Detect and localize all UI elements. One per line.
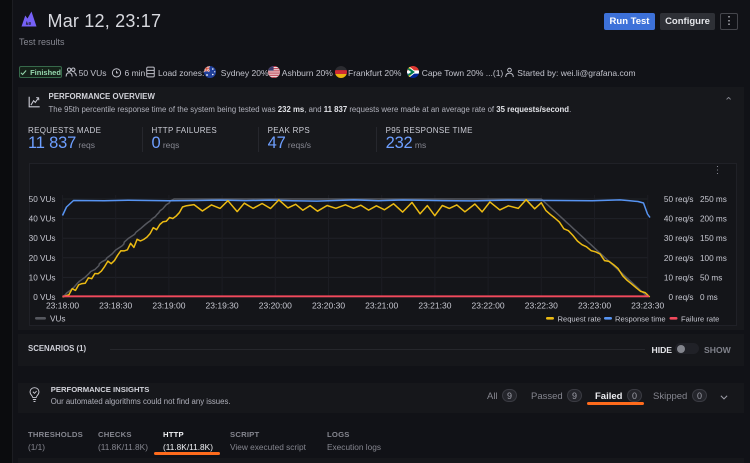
svg-text:23:19:00: 23:19:00 — [152, 301, 185, 311]
svg-text:40 req/s: 40 req/s — [664, 215, 694, 224]
svg-text:23:20:30: 23:20:30 — [312, 301, 345, 311]
svg-text:Request rate: Request rate — [558, 315, 601, 324]
svg-text:10 req/s: 10 req/s — [664, 273, 694, 282]
svg-text:20 VUs: 20 VUs — [29, 254, 56, 263]
svg-text:23:19:30: 23:19:30 — [206, 301, 239, 311]
svg-text:23:18:00: 23:18:00 — [46, 301, 79, 311]
svg-text:23:21:30: 23:21:30 — [418, 301, 451, 311]
svg-text:250 ms: 250 ms — [700, 195, 727, 204]
svg-text:200 ms: 200 ms — [700, 215, 727, 224]
svg-text:Failure rate: Failure rate — [681, 315, 719, 324]
svg-text:23:22:00: 23:22:00 — [472, 301, 505, 311]
svg-text:Response time: Response time — [615, 315, 666, 324]
svg-text:30 req/s: 30 req/s — [664, 234, 694, 243]
svg-text:23:22:30: 23:22:30 — [525, 301, 558, 311]
svg-text:23:20:00: 23:20:00 — [259, 301, 292, 311]
svg-text:10 VUs: 10 VUs — [29, 273, 56, 282]
svg-text:50 ms: 50 ms — [700, 273, 722, 282]
svg-text:0 req/s: 0 req/s — [668, 293, 693, 302]
svg-text:23:23:30: 23:23:30 — [631, 301, 664, 311]
svg-text:50 VUs: 50 VUs — [29, 195, 56, 204]
svg-text:20 req/s: 20 req/s — [664, 254, 694, 263]
svg-text:23:21:00: 23:21:00 — [365, 301, 398, 311]
svg-text:VUs: VUs — [50, 315, 65, 324]
svg-text:30 VUs: 30 VUs — [29, 234, 56, 243]
svg-text:40 VUs: 40 VUs — [29, 215, 56, 224]
svg-text:150 ms: 150 ms — [700, 234, 727, 243]
svg-text:100 ms: 100 ms — [700, 254, 727, 263]
svg-text:0 ms: 0 ms — [700, 293, 718, 302]
svg-text:50 req/s: 50 req/s — [664, 195, 694, 204]
svg-text:23:18:30: 23:18:30 — [99, 301, 132, 311]
svg-text:23:23:00: 23:23:00 — [578, 301, 611, 311]
